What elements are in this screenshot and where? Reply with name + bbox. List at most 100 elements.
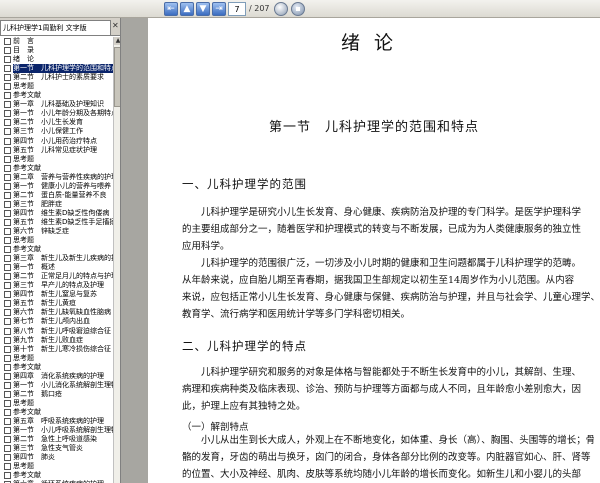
bookmark-checkbox-icon[interactable] <box>4 327 11 335</box>
scroll-thumb[interactable] <box>114 47 120 107</box>
bookmark-checkbox-icon[interactable] <box>4 38 11 45</box>
bookmark-checkbox-icon[interactable] <box>4 445 11 453</box>
bookmark-checkbox-icon[interactable] <box>4 336 11 344</box>
bookmark-item[interactable]: 第四节 肺炎 <box>0 453 113 462</box>
next-page-icon[interactable]: ▼ <box>196 2 210 16</box>
bookmark-item[interactable]: 第三节 急性支气管炎 <box>0 444 113 453</box>
bookmark-item[interactable]: 第一节 健康小儿的营养与喂养 <box>0 182 113 191</box>
tab-document[interactable]: 儿科护理学1周勤利 文字版 <box>0 20 111 35</box>
bookmark-checkbox-icon[interactable] <box>4 282 11 290</box>
bookmark-checkbox-icon[interactable] <box>4 56 11 64</box>
bookmark-item[interactable]: 第二节 急性上呼吸道感染 <box>0 435 113 444</box>
close-icon[interactable]: ✕ <box>112 21 120 31</box>
bookmark-item[interactable]: 第一节 小儿消化系统解剖生理特点 <box>0 381 113 390</box>
bookmark-checkbox-icon[interactable] <box>4 291 11 299</box>
bookmark-item[interactable]: 第十节 新生儿寒冷损伤综合征 <box>0 345 113 354</box>
bookmark-checkbox-icon[interactable] <box>4 191 11 199</box>
bookmark-item[interactable]: 第七节 新生儿颅内出血 <box>0 317 113 326</box>
bookmark-item[interactable]: 思考题 <box>0 236 113 245</box>
bookmark-item[interactable]: 第三章 新生儿及新生儿疾病的护理 <box>0 254 113 263</box>
bookmark-checkbox-icon[interactable] <box>4 354 11 362</box>
bookmark-checkbox-icon[interactable] <box>4 472 11 480</box>
bookmark-checkbox-icon[interactable] <box>4 246 11 254</box>
first-page-icon[interactable]: ⇤ <box>164 2 178 16</box>
page-number-input[interactable] <box>228 2 246 16</box>
scroll-up-icon[interactable]: ▲ <box>114 37 120 45</box>
bookmark-item[interactable]: 第二章 营养与营养性疾病的护理 <box>0 173 113 182</box>
pane-splitter[interactable] <box>121 18 148 483</box>
bookmark-item[interactable]: 思考题 <box>0 399 113 408</box>
sidebar-scrollbar[interactable]: ▲ <box>113 37 120 483</box>
bookmark-item[interactable]: 思考题 <box>0 462 113 471</box>
bookmark-item[interactable]: 第六节 锌缺乏症 <box>0 227 113 236</box>
bookmark-item[interactable]: 前 言 <box>0 37 113 46</box>
bookmark-checkbox-icon[interactable] <box>4 110 11 118</box>
bookmark-checkbox-icon[interactable] <box>4 427 11 435</box>
bookmark-checkbox-icon[interactable] <box>4 372 11 380</box>
bookmark-checkbox-icon[interactable] <box>4 408 11 416</box>
bookmark-item[interactable]: 第三节 肥胖症 <box>0 200 113 209</box>
bookmark-checkbox-icon[interactable] <box>4 119 11 127</box>
bookmark-checkbox-icon[interactable] <box>4 255 11 263</box>
bookmark-checkbox-icon[interactable] <box>4 47 11 55</box>
bookmark-item[interactable]: 第三节 小儿保健工作 <box>0 127 113 136</box>
bookmark-checkbox-icon[interactable] <box>4 74 11 82</box>
bookmark-checkbox-icon[interactable] <box>4 417 11 425</box>
bookmark-item[interactable]: 第四节 维生素D缺乏性佝偻病 <box>0 209 113 218</box>
bookmark-item[interactable]: 思考题 <box>0 82 113 91</box>
bookmark-checkbox-icon[interactable] <box>4 436 11 444</box>
bookmark-checkbox-icon[interactable] <box>4 363 11 371</box>
bookmark-item[interactable]: 绪 论 <box>0 55 113 64</box>
bookmark-checkbox-icon[interactable] <box>4 137 11 145</box>
last-page-icon[interactable]: ⇥ <box>212 2 226 16</box>
bookmark-item[interactable]: 参考文献 <box>0 91 113 100</box>
bookmark-checkbox-icon[interactable] <box>4 390 11 398</box>
bookmark-checkbox-icon[interactable] <box>4 83 11 91</box>
bookmark-item[interactable]: 参考文献 <box>0 164 113 173</box>
bookmark-item[interactable]: 第二节 儿科护士的素质要求 <box>0 73 113 82</box>
bookmark-item[interactable]: 第二节 蛋白质-能量营养不良 <box>0 191 113 200</box>
bookmark-item[interactable]: 思考题 <box>0 155 113 164</box>
bookmark-checkbox-icon[interactable] <box>4 209 11 217</box>
bookmark-checkbox-icon[interactable] <box>4 300 11 308</box>
bookmark-checkbox-icon[interactable] <box>4 92 11 100</box>
bookmark-item[interactable]: 第一节 小儿呼吸系统解剖生理特点 <box>0 426 113 435</box>
bookmark-checkbox-icon[interactable] <box>4 227 11 235</box>
bookmark-item[interactable]: 第八节 新生儿呼吸窘迫综合征 <box>0 327 113 336</box>
previous-page-icon[interactable]: ▲ <box>180 2 194 16</box>
bookmark-item[interactable]: 第五章 呼吸系统疾病的护理 <box>0 417 113 426</box>
go-back-icon[interactable] <box>274 2 288 16</box>
bookmark-checkbox-icon[interactable] <box>4 237 11 245</box>
bookmark-checkbox-icon[interactable] <box>4 101 11 109</box>
bookmark-checkbox-icon[interactable] <box>4 454 11 462</box>
bookmark-item[interactable]: 第一节 儿科护理学的范围和特点 <box>0 64 113 74</box>
bookmark-item[interactable]: 第五节 维生素D缺乏性手足搐搦症 <box>0 218 113 227</box>
bookmark-checkbox-icon[interactable] <box>4 164 11 172</box>
bookmark-checkbox-icon[interactable] <box>4 173 11 181</box>
bookmark-item[interactable]: 参考文献 <box>0 245 113 254</box>
bookmark-item[interactable]: 第二节 正常足月儿的特点与护理 <box>0 272 113 281</box>
bookmark-checkbox-icon[interactable] <box>4 345 11 353</box>
bookmark-item[interactable]: 第一节 概述 <box>0 263 113 272</box>
bookmark-checkbox-icon[interactable] <box>4 309 11 317</box>
bookmark-checkbox-icon[interactable] <box>4 463 11 471</box>
bookmark-item[interactable]: 思考题 <box>0 354 113 363</box>
bookmark-item[interactable]: 第四节 小儿用药治疗特点 <box>0 137 113 146</box>
bookmark-checkbox-icon[interactable] <box>4 146 11 154</box>
bookmark-checkbox-icon[interactable] <box>4 399 11 407</box>
bookmark-checkbox-icon[interactable] <box>4 128 11 136</box>
bookmark-checkbox-icon[interactable] <box>4 200 11 208</box>
bookmark-checkbox-icon[interactable] <box>4 381 11 389</box>
bookmark-item[interactable]: 第五节 儿科常见症状护理 <box>0 146 113 155</box>
bookmark-item[interactable]: 第九节 新生儿败血症 <box>0 336 113 345</box>
bookmark-item[interactable]: 参考文献 <box>0 471 113 480</box>
bookmark-checkbox-icon[interactable] <box>4 155 11 163</box>
bookmark-checkbox-icon[interactable] <box>4 182 11 190</box>
bookmark-item[interactable]: 目 录 <box>0 46 113 55</box>
bookmark-checkbox-icon[interactable] <box>4 264 11 272</box>
bookmark-item[interactable]: 第四节 新生儿窒息与复苏 <box>0 290 113 299</box>
bookmark-item[interactable]: 第四章 消化系统疾病的护理 <box>0 372 113 381</box>
bookmark-item[interactable]: 第二节 鹅口疮 <box>0 390 113 399</box>
bookmark-checkbox-icon[interactable] <box>4 273 11 281</box>
bookmark-checkbox-icon[interactable] <box>4 65 11 73</box>
